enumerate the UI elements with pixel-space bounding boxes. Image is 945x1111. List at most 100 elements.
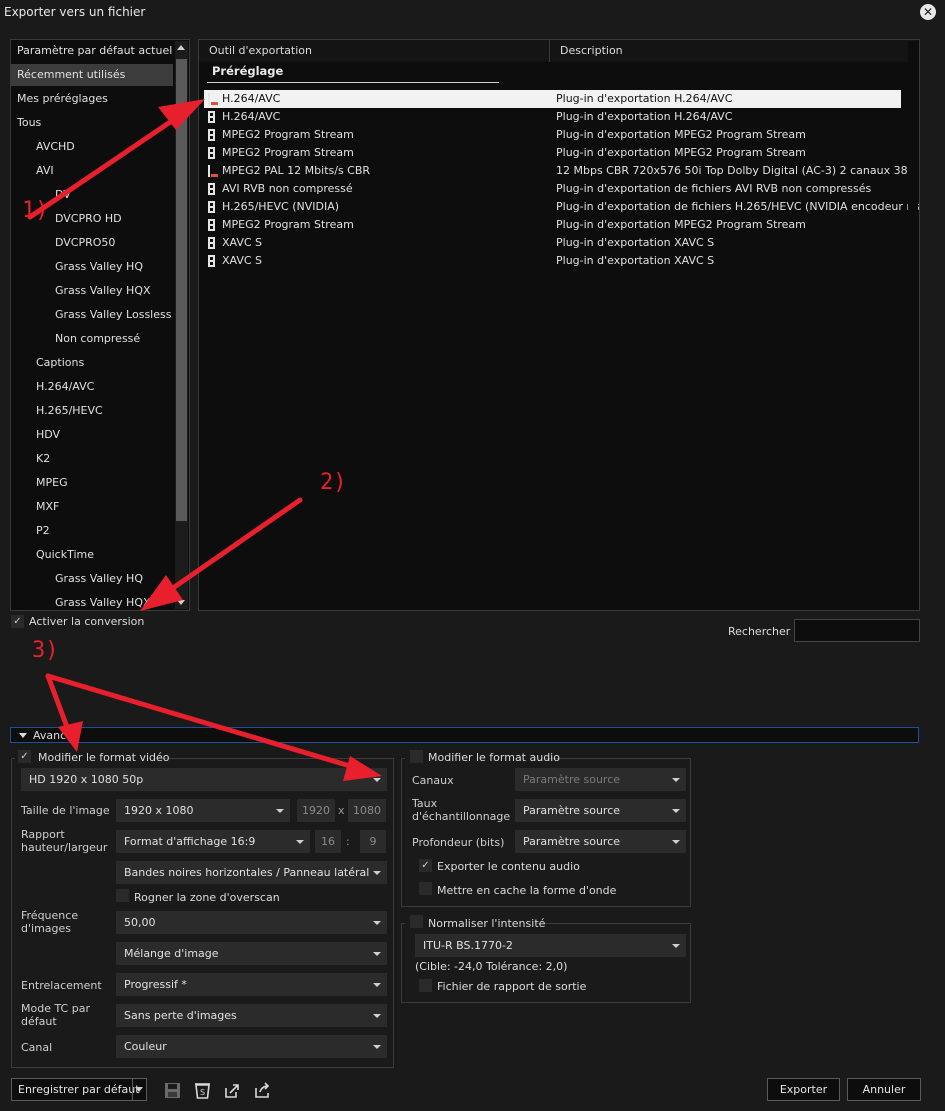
tree-item[interactable]: QuickTime [11,544,94,566]
tc-mode-label: Mode TC par défaut [21,1002,90,1028]
table-row[interactable]: MPEG2 PAL 12 Mbits/s CBR 12 Mbps CBR 720x… [204,162,919,180]
tree-item[interactable]: Non compressé [11,328,140,350]
export-preset-icon[interactable] [254,1082,271,1099]
tree-item[interactable]: HDV [11,424,60,446]
blend-select[interactable]: Mélange d'image [116,942,387,965]
close-icon[interactable]: ✕ [920,4,936,20]
tree-item[interactable]: MXF [11,496,59,518]
film-icon [208,219,215,231]
channels-select[interactable]: Paramètre source [515,768,686,791]
export-audio-checkbox[interactable]: ✓ [419,859,432,872]
table-row[interactable]: MPEG2 Program Stream Plug-in d'exportatio… [204,144,901,162]
sample-rate-select[interactable]: Paramètre source [515,799,686,822]
loudness-standard-select[interactable]: ITU-R BS.1770-2 [415,934,686,957]
film-icon [208,183,215,195]
tree-item[interactable]: Grass Valley HQ [11,568,143,590]
scroll-thumb[interactable] [176,59,187,521]
table-row[interactable]: XAVC S Plug-in d'exportation XAVC S [204,252,901,270]
tree-item[interactable]: P2 [11,520,50,542]
video-format-label: Modifier le format vidéo [38,751,170,764]
import-preset-icon[interactable] [224,1082,241,1099]
table-row[interactable]: AVI RVB non compressé Plug-in d'exportati… [204,180,901,198]
aspect-width-field[interactable]: 16 [315,830,341,853]
preset-tree[interactable]: Paramètre par défaut actuel Récemment uti… [10,39,190,611]
preset-tab[interactable]: Préréglage [207,64,499,83]
channel-select[interactable]: Couleur [116,1035,387,1058]
video-preset-select[interactable]: HD 1920 x 1080 50p [21,768,387,791]
collapse-arrow-icon[interactable] [19,733,27,738]
table-row[interactable]: H.264/AVC Plug-in d'exportation H.264/AVC [204,108,901,126]
delete-preset-icon[interactable]: S [194,1082,211,1099]
aspect-height-field[interactable]: 9 [360,830,386,853]
tree-item[interactable]: Mes préréglages [11,88,108,110]
video-preset-value: HD 1920 x 1080 50p [29,773,144,786]
tree-item[interactable]: K2 [11,448,50,470]
cache-waveform-checkbox[interactable] [419,882,432,895]
table-row[interactable]: H.265/HEVC (NVIDIA) Plug-in d'exportation… [204,198,919,216]
aspect-select[interactable]: Format d'affichage 16:9 [116,830,310,853]
row-tool-name: H.264/AVC [222,110,281,123]
tc-mode-select[interactable]: Sans perte d'images [116,1004,387,1027]
tree-item[interactable]: AVI [11,160,54,182]
aspect-separator: : [346,835,350,848]
advanced-label: Avancé [33,729,73,742]
film-icon [208,255,215,267]
tree-item[interactable]: Grass Valley HQ [11,256,143,278]
interlace-select[interactable]: Progressif * [116,973,387,996]
sample-rate-value: Paramètre source [523,804,621,817]
tree-item[interactable]: Captions [11,352,84,374]
overscan-checkbox[interactable] [116,889,129,902]
tree-item[interactable]: Grass Valley HQX [11,592,151,610]
sample-rate-label: Taux d'échantillonnage [412,797,511,823]
table-row[interactable]: MPEG2 Program Stream Plug-in d'exportatio… [204,126,901,144]
tree-item[interactable]: MPEG [11,472,68,494]
search-input[interactable] [794,619,920,642]
width-field[interactable]: 1920 [297,799,335,822]
letterbox-select[interactable]: Bandes noires horizontales / Panneau lat… [116,861,387,884]
tree-item[interactable]: DVCPRO50 [11,232,115,254]
cancel-button[interactable]: Annuler [847,1078,921,1101]
image-size-label: Taille de l'image [21,804,110,817]
tree-item[interactable]: H.264/AVC [11,376,94,398]
scroll-down-icon[interactable] [177,600,185,605]
table-scrollbar[interactable] [908,41,918,609]
save-icon[interactable] [164,1082,181,1099]
report-file-checkbox[interactable] [419,979,432,992]
video-format-checkbox[interactable]: ✓ [18,750,31,763]
audio-format-label: Modifier le format audio [428,751,560,764]
channels-value: Paramètre source [523,773,621,786]
save-default-button[interactable]: Enregistrer par défaut [11,1078,147,1101]
overscan-label: Rogner la zone d'overscan [134,891,280,904]
row-description: Plug-in d'exportation H.264/AVC [556,110,733,123]
table-row[interactable]: H.264/AVC Plug-in d'exportation H.264/AVC [204,90,901,108]
chevron-down-icon [672,944,680,948]
export-audio-label: Exporter le contenu audio [437,860,580,873]
loudness-checkbox[interactable] [410,915,423,928]
column-header-tool[interactable]: Outil d'exportation [199,40,550,62]
tree-scrollbar[interactable] [175,41,188,609]
chevron-down-icon [373,952,381,956]
conversion-checkbox[interactable]: ✓ [11,615,24,628]
export-button[interactable]: Exporter [767,1078,840,1101]
height-field[interactable]: 1080 [348,799,386,822]
scroll-up-icon[interactable] [177,45,185,50]
tree-item[interactable]: Paramètre par défaut actuel [11,40,172,62]
tree-item[interactable]: Récemment utilisés [11,64,173,86]
tree-item[interactable]: Grass Valley Lossless [11,304,171,326]
chevron-down-icon [672,809,680,813]
row-tool-name: XAVC S [222,254,263,267]
tree-item[interactable]: Tous [11,112,41,134]
bit-depth-select[interactable]: Paramètre source [515,830,686,853]
tree-item[interactable]: Grass Valley HQX [11,280,151,302]
advanced-bar[interactable] [10,727,919,743]
table-row[interactable]: XAVC S Plug-in d'exportation XAVC S [204,234,901,252]
tree-item[interactable]: AVCHD [11,136,75,158]
channel-label: Canal [21,1041,53,1054]
image-size-select[interactable]: 1920 x 1080 [116,799,290,822]
framerate-select[interactable]: 50,00 [116,911,387,934]
column-header-description[interactable]: Description [550,40,918,62]
audio-format-checkbox[interactable] [410,750,423,763]
table-row[interactable]: MPEG2 Program Stream Plug-in d'exportatio… [204,216,901,234]
tree-item[interactable]: H.265/HEVC [11,400,103,422]
film-icon [208,237,215,249]
